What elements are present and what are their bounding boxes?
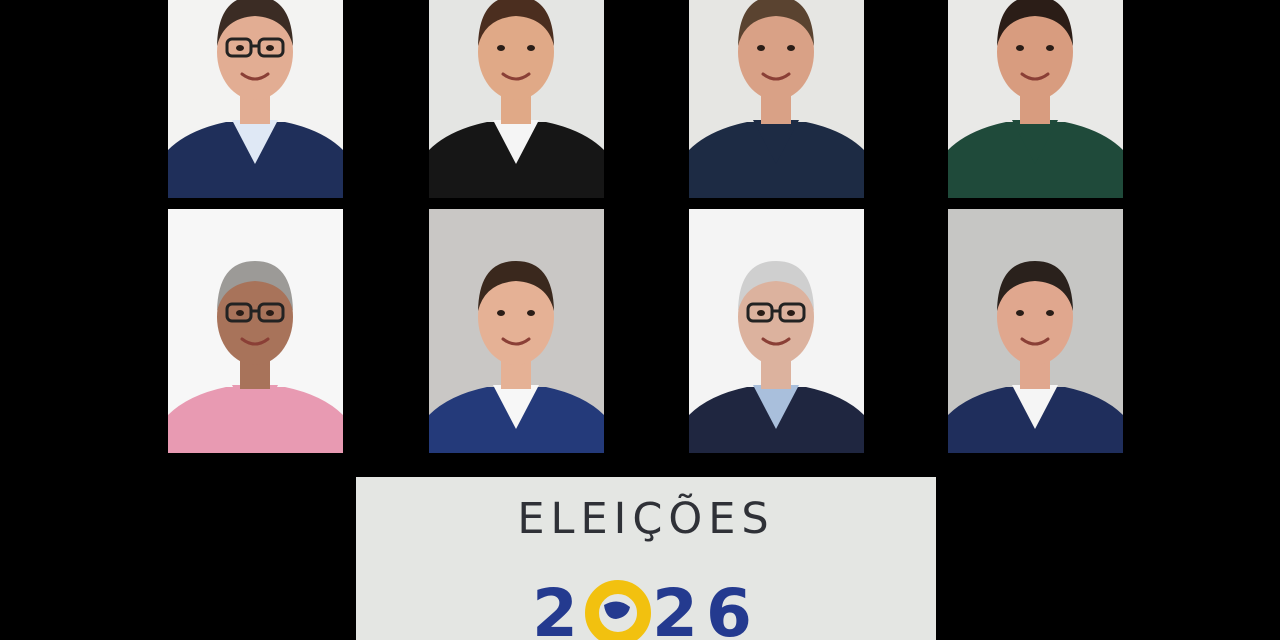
candidate-portrait-4 bbox=[948, 0, 1123, 198]
portrait-eye-left bbox=[236, 310, 244, 316]
candidate-portrait-6 bbox=[429, 209, 604, 453]
portrait-eye-right bbox=[787, 45, 795, 51]
portrait-eye-left bbox=[236, 45, 244, 51]
year-digit-3: 2 bbox=[652, 575, 698, 640]
portrait-eye-right bbox=[1046, 45, 1054, 51]
candidate-portrait-5 bbox=[168, 209, 343, 453]
portrait-eye-right bbox=[527, 310, 535, 316]
candidate-portrait-2 bbox=[429, 0, 604, 198]
portrait-eye-left bbox=[757, 310, 765, 316]
year-digit-1: 2 bbox=[532, 575, 578, 640]
year-digit-4: 6 bbox=[706, 575, 752, 640]
portrait-eye-right bbox=[787, 310, 795, 316]
portrait-image-4 bbox=[948, 0, 1123, 198]
portrait-image-3 bbox=[689, 0, 864, 198]
portrait-image-6 bbox=[429, 209, 604, 453]
portrait-image-5 bbox=[168, 209, 343, 453]
portrait-eye-right bbox=[1046, 310, 1054, 316]
candidate-portrait-1 bbox=[168, 0, 343, 198]
portrait-eye-left bbox=[1016, 45, 1024, 51]
portrait-eye-left bbox=[497, 310, 505, 316]
portrait-eye-left bbox=[1016, 310, 1024, 316]
candidate-portrait-3 bbox=[689, 0, 864, 198]
banner-title: ELEIÇÕES bbox=[517, 494, 775, 544]
banner-year: 2 2 6 bbox=[532, 575, 752, 640]
candidate-portrait-7 bbox=[689, 209, 864, 453]
portrait-image-2 bbox=[429, 0, 604, 198]
portrait-eye-left bbox=[497, 45, 505, 51]
portrait-image-1 bbox=[168, 0, 343, 198]
portrait-eye-right bbox=[266, 310, 274, 316]
portrait-eye-right bbox=[527, 45, 535, 51]
candidate-portrait-8 bbox=[948, 209, 1123, 453]
portrait-eye-left bbox=[757, 45, 765, 51]
year-zero-shape bbox=[585, 580, 651, 640]
elections-banner: ELEIÇÕES 2 2 6 bbox=[356, 477, 936, 640]
portrait-image-8 bbox=[948, 209, 1123, 453]
portrait-eye-right bbox=[266, 45, 274, 51]
portrait-image-7 bbox=[689, 209, 864, 453]
